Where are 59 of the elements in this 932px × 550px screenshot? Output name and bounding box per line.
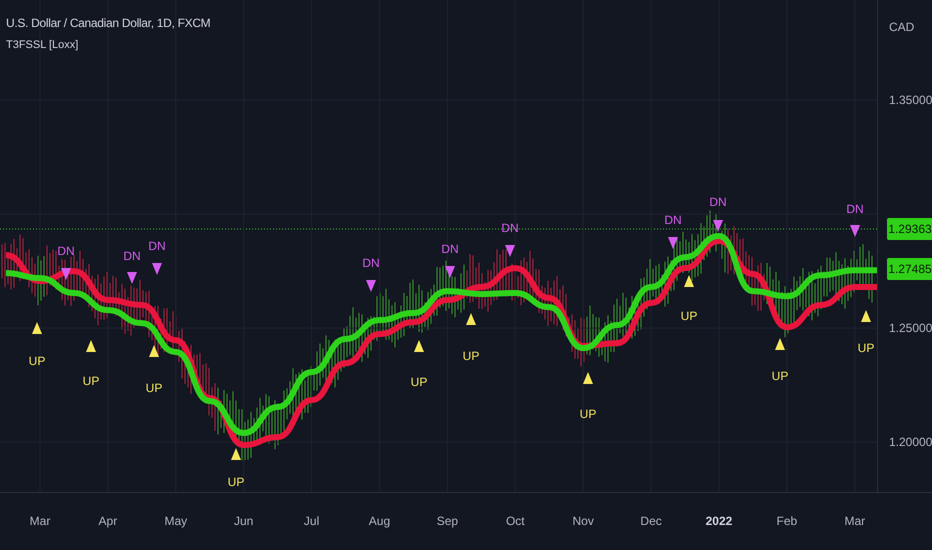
signal-label: DN bbox=[148, 240, 166, 253]
time-tick: Nov bbox=[572, 514, 594, 528]
signal-label: DN bbox=[123, 250, 141, 263]
up-triangle-icon bbox=[861, 310, 871, 322]
currency-label: CAD bbox=[889, 20, 914, 34]
signal-label: DN bbox=[709, 196, 727, 209]
down-triangle-icon bbox=[445, 266, 455, 278]
up-triangle-icon bbox=[775, 338, 785, 350]
signal-label: DN bbox=[441, 243, 459, 256]
price-label: 1.29363 bbox=[887, 218, 932, 240]
indicator-name: T3FSSL [Loxx] bbox=[6, 39, 80, 51]
down-triangle-icon bbox=[850, 225, 860, 237]
chart-title: U.S. Dollar / Canadian Dollar, 1D, FXCM bbox=[6, 16, 210, 30]
time-tick: Aug bbox=[368, 514, 390, 528]
up-triangle-icon bbox=[32, 322, 42, 334]
up-triangle-icon bbox=[149, 345, 159, 357]
time-tick: Apr bbox=[98, 514, 118, 528]
signal-label: UP bbox=[858, 342, 874, 355]
signal-label: DN bbox=[57, 245, 75, 258]
signal-label: DN bbox=[362, 257, 380, 270]
time-tick: Jul bbox=[304, 514, 320, 528]
time-tick: Feb bbox=[776, 514, 798, 528]
time-tick: Dec bbox=[640, 514, 662, 528]
signal-label: UP bbox=[228, 476, 244, 489]
time-tick: 2022 bbox=[706, 514, 732, 528]
up-triangle-icon bbox=[684, 275, 694, 287]
down-triangle-icon bbox=[366, 280, 376, 292]
time-tick: Oct bbox=[506, 514, 525, 528]
signal-label: UP bbox=[28, 355, 46, 368]
signal-label: UP bbox=[580, 408, 596, 421]
time-tick: Mar bbox=[844, 514, 866, 528]
signal-label: UP bbox=[410, 376, 428, 389]
down-triangle-icon bbox=[505, 245, 515, 257]
signal-label: DN bbox=[846, 203, 864, 216]
price-tick: 1.35000 bbox=[889, 93, 932, 108]
up-triangle-icon bbox=[231, 448, 241, 460]
up-triangle-icon bbox=[414, 340, 424, 352]
signal-label: UP bbox=[82, 375, 100, 388]
down-triangle-icon bbox=[127, 272, 137, 284]
down-triangle-icon bbox=[61, 268, 71, 280]
down-triangle-icon bbox=[713, 220, 723, 232]
signal-label: UP bbox=[146, 382, 162, 395]
price-tick: 1.25000 bbox=[889, 321, 932, 336]
down-triangle-icon bbox=[152, 263, 162, 275]
signal-label: UP bbox=[462, 350, 480, 363]
down-triangle-icon bbox=[668, 237, 678, 249]
time-tick: Sep bbox=[436, 514, 458, 528]
up-triangle-icon bbox=[583, 372, 593, 384]
signal-label: UP bbox=[680, 310, 698, 323]
price-tick: 1.20000 bbox=[889, 435, 932, 450]
signal-label: DN bbox=[664, 214, 682, 227]
time-tick: May bbox=[164, 514, 188, 528]
price-label: 1.27485 bbox=[887, 258, 932, 280]
up-triangle-icon bbox=[86, 340, 96, 352]
signal-label: UP bbox=[772, 370, 788, 383]
time-tick: Mar bbox=[30, 514, 50, 528]
time-tick: Jun bbox=[234, 514, 254, 528]
up-triangle-icon bbox=[466, 313, 476, 325]
signal-label: DN bbox=[501, 222, 519, 235]
